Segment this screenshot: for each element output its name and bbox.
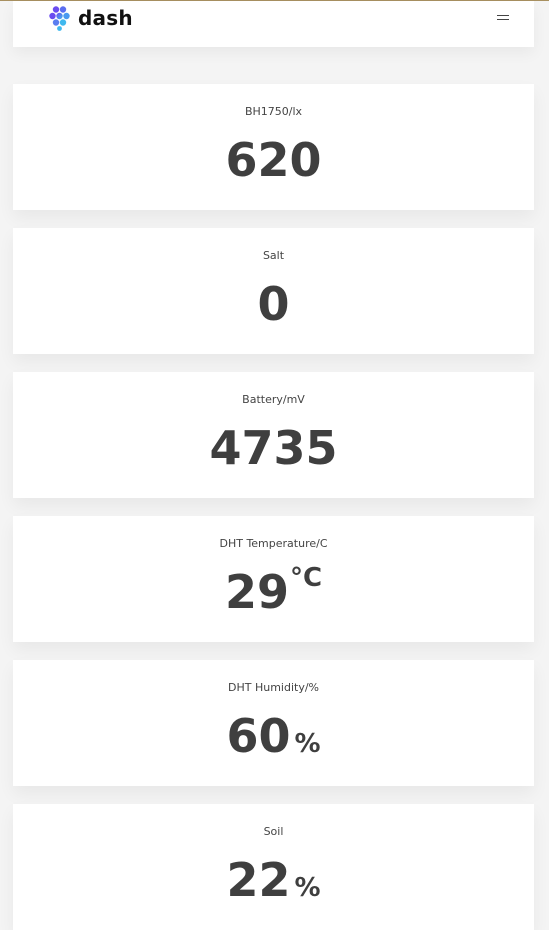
value-number: 620 (225, 133, 322, 187)
card-value: 22% (13, 852, 534, 916)
sensor-card-soil: Soil 22% (13, 804, 534, 930)
navbar: dash (13, 1, 534, 47)
value-number: 60 (226, 709, 291, 763)
card-label: Battery/mV (242, 393, 305, 406)
sensor-card-bh1750: BH1750/lx 620 (13, 84, 534, 210)
menu-line (497, 19, 509, 20)
card-value: 620 (13, 132, 534, 188)
value-number: 0 (257, 277, 290, 331)
sensor-card-dht-humidity: DHT Humidity/% 60% (13, 660, 534, 786)
sensor-card-salt: Salt 0 (13, 228, 534, 354)
card-value: 29°C (13, 563, 534, 628)
card-label: DHT Temperature/C (219, 537, 328, 550)
logo-icon (49, 6, 70, 31)
card-label: BH1750/lx (244, 105, 303, 118)
card-value: 4735 (13, 420, 534, 476)
logo[interactable]: dash (48, 5, 133, 31)
value-unit: °C (289, 563, 323, 593)
value-unit: % (294, 729, 321, 759)
logo-text: dash (78, 6, 133, 30)
card-value: 60% (13, 708, 534, 772)
menu-line (497, 15, 509, 16)
card-value: 0 (13, 276, 534, 332)
sensor-card-dht-temperature: DHT Temperature/C 29°C (13, 516, 534, 642)
value-unit: % (294, 873, 321, 903)
card-label: DHT Humidity/% (228, 681, 319, 694)
card-label: Soil (263, 825, 284, 838)
sensor-card-battery: Battery/mV 4735 (13, 372, 534, 498)
value-number: 22 (226, 853, 291, 907)
value-number: 4735 (209, 421, 338, 475)
hamburger-menu-icon[interactable] (495, 11, 511, 25)
card-label: Salt (262, 249, 285, 262)
value-number: 29 (224, 565, 289, 619)
